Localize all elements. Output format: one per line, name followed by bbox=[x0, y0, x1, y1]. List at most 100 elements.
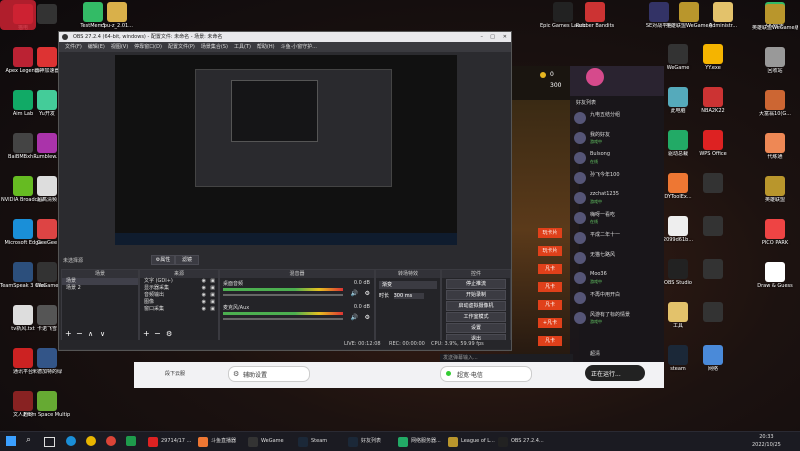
eye-icon[interactable]: ◉ bbox=[202, 299, 206, 306]
menu-item[interactable]: 停靠窗口(D) bbox=[134, 44, 162, 50]
network-item[interactable]: 超宽·电信 bbox=[440, 366, 532, 382]
friend-item[interactable]: 嗨呀一看吃 在线 bbox=[570, 209, 664, 229]
desktop-icon[interactable] bbox=[690, 171, 736, 209]
taskbar-button[interactable]: 29714/17 ... bbox=[146, 435, 191, 448]
friend-item[interactable]: Moo36 游戏中 bbox=[570, 269, 664, 289]
game-mode-badge[interactable]: +凡卡 bbox=[538, 318, 562, 328]
desktop-icon[interactable]: Rubber Bandits bbox=[572, 0, 618, 38]
obs-preview[interactable] bbox=[115, 55, 457, 245]
desktop-icon[interactable]: Administr... bbox=[700, 0, 746, 38]
menu-item[interactable]: 工具(T) bbox=[234, 44, 251, 50]
control-button[interactable]: 设置 bbox=[446, 323, 506, 333]
friend-item[interactable]: 风游有了标的情景 游戏中 bbox=[570, 309, 664, 329]
desktop-icon[interactable]: 大富翁10(G... bbox=[752, 88, 798, 126]
menu-item[interactable]: 编辑(E) bbox=[88, 44, 105, 50]
gear-icon[interactable]: ⚙ bbox=[365, 314, 370, 321]
friend-item[interactable]: 孙飞今年100 bbox=[570, 169, 664, 189]
search-icon[interactable]: ⌕ bbox=[26, 435, 31, 445]
eye-icon[interactable]: ◉ bbox=[202, 278, 206, 285]
game-mode-badge[interactable]: 玩卡片 bbox=[538, 246, 562, 256]
scene-remove-icon[interactable]: − bbox=[76, 329, 83, 338]
desktop-icon[interactable]: PICO PARK bbox=[752, 217, 798, 255]
source-item[interactable]: 显示器采集 ◉ ▣ bbox=[140, 285, 218, 292]
source-item[interactable]: 窗口采集 ◉ ▣ bbox=[140, 306, 218, 313]
lock-icon[interactable]: ▣ bbox=[210, 285, 215, 292]
taskbar-button[interactable]: League of L... bbox=[446, 435, 495, 448]
source-add-icon[interactable]: + bbox=[143, 329, 150, 338]
desktop-icon[interactable]: Draw & Guess bbox=[752, 260, 798, 298]
friend-list-title[interactable]: 好友列表 bbox=[570, 96, 664, 109]
client-bottom-item[interactable]: 段下云服 bbox=[165, 370, 185, 377]
chrome-icon[interactable] bbox=[86, 436, 96, 446]
filters-button[interactable]: 滤镜 bbox=[175, 255, 199, 265]
danmu-input[interactable]: 发送弹幕输入... bbox=[440, 354, 573, 362]
speaker-icon[interactable]: 🔊 bbox=[351, 314, 358, 321]
lock-icon[interactable]: ▣ bbox=[210, 292, 215, 299]
friend-item[interactable]: 九电五结分组 bbox=[570, 109, 664, 129]
desktop-icon[interactable]: From Space Multiple... bbox=[24, 389, 70, 427]
properties-button[interactable]: ⚙属性 bbox=[151, 255, 175, 265]
friend-item[interactable]: 我的好友 游戏中 bbox=[570, 129, 664, 149]
eye-icon[interactable]: ◉ bbox=[202, 306, 206, 313]
taskbar-button[interactable]: Steam bbox=[296, 435, 327, 448]
taskbar-button[interactable]: OBS 27.2.4... bbox=[496, 435, 544, 448]
desktop-icon[interactable]: 回收站 bbox=[752, 45, 798, 83]
taskbar-button[interactable]: 好友列表 bbox=[346, 435, 381, 448]
source-remove-icon[interactable]: − bbox=[154, 329, 161, 338]
desktop-icon[interactable]: NBA2K22 bbox=[690, 85, 736, 123]
chrome-icon[interactable] bbox=[106, 436, 116, 446]
tray-clock[interactable]: 20:33 2022/10/25 bbox=[752, 433, 781, 449]
eye-icon[interactable]: ◉ bbox=[202, 285, 206, 292]
source-item[interactable]: 文字 (GDI+) ◉ ▣ bbox=[140, 278, 218, 285]
desktop-icon[interactable] bbox=[690, 300, 736, 338]
running-button[interactable]: 正在运行... bbox=[585, 365, 645, 381]
edge-icon[interactable] bbox=[66, 436, 76, 446]
quality-button[interactable]: 超清 bbox=[590, 350, 600, 357]
scene-item[interactable]: 场景 bbox=[62, 278, 138, 285]
control-button[interactable]: 启动虚拟摄像机 bbox=[446, 301, 506, 311]
scene-add-icon[interactable]: + bbox=[65, 329, 72, 338]
menu-item[interactable]: 帮助(H) bbox=[257, 44, 275, 50]
settings-item[interactable]: ⚙ 辅助设置 bbox=[228, 366, 310, 382]
source-item[interactable]: 图像 ◉ ▣ bbox=[140, 299, 218, 306]
taskbar-button[interactable]: 斗鱼直播器 bbox=[196, 435, 236, 448]
scene-up-icon[interactable]: ∧ bbox=[88, 330, 93, 338]
control-button[interactable]: 开始录制 bbox=[446, 290, 506, 300]
close-icon[interactable]: ✕ bbox=[503, 32, 507, 42]
friend-item[interactable]: 不再中用开白 bbox=[570, 289, 664, 309]
transition-select[interactable]: 渐变 bbox=[379, 281, 437, 289]
game-mode-badge[interactable]: 凡卡 bbox=[538, 336, 562, 346]
gear-icon[interactable]: ⚙ bbox=[365, 290, 370, 297]
control-button[interactable]: 工作室模式 bbox=[446, 312, 506, 322]
friend-item[interactable]: zzchat1235 游戏中 bbox=[570, 189, 664, 209]
desktop-icon[interactable]: YY.exe bbox=[690, 42, 736, 80]
menu-item[interactable]: 视图(V) bbox=[111, 44, 128, 50]
speaker-icon[interactable]: 🔊 bbox=[351, 290, 358, 297]
game-mode-badge[interactable]: 凡卡 bbox=[538, 300, 562, 310]
menu-item[interactable]: 文件(F) bbox=[65, 44, 82, 50]
menu-item[interactable]: 场景集合(S) bbox=[201, 44, 228, 50]
duration-input[interactable]: 300 ms bbox=[393, 293, 424, 299]
friend-item[interactable]: 无猫七路风 bbox=[570, 249, 664, 269]
eye-icon[interactable]: ◉ bbox=[202, 292, 206, 299]
maximize-icon[interactable]: □ bbox=[490, 32, 495, 42]
menu-item[interactable]: 斗鱼·小窗守护... bbox=[281, 44, 317, 50]
desktop-icon[interactable]: 代练通 bbox=[752, 131, 798, 169]
desktop-icon[interactable]: 英雄联盟WeGame版 bbox=[752, 2, 798, 40]
avatar[interactable] bbox=[586, 68, 604, 86]
desktop-icon[interactable]: 网络 bbox=[690, 343, 736, 381]
taskbar-button[interactable]: WeGame bbox=[246, 435, 284, 448]
app-icon[interactable] bbox=[126, 436, 136, 446]
source-settings-icon[interactable]: ⚙ bbox=[166, 330, 172, 338]
minimize-icon[interactable]: – bbox=[481, 32, 484, 42]
volume-slider[interactable] bbox=[223, 294, 343, 296]
menu-item[interactable]: 配置文件(P) bbox=[168, 44, 195, 50]
game-mode-badge[interactable]: 凡卡 bbox=[538, 264, 562, 274]
lock-icon[interactable]: ▣ bbox=[210, 306, 215, 313]
taskbar-button[interactable]: 网络服务器... bbox=[396, 435, 441, 448]
scene-down-icon[interactable]: ∨ bbox=[100, 330, 105, 338]
desktop-icon[interactable]: WPS Office bbox=[690, 128, 736, 166]
friend-item[interactable]: 平成二年十一 bbox=[570, 229, 664, 249]
desktop-icon[interactable] bbox=[690, 214, 736, 252]
start-icon[interactable] bbox=[6, 436, 16, 446]
